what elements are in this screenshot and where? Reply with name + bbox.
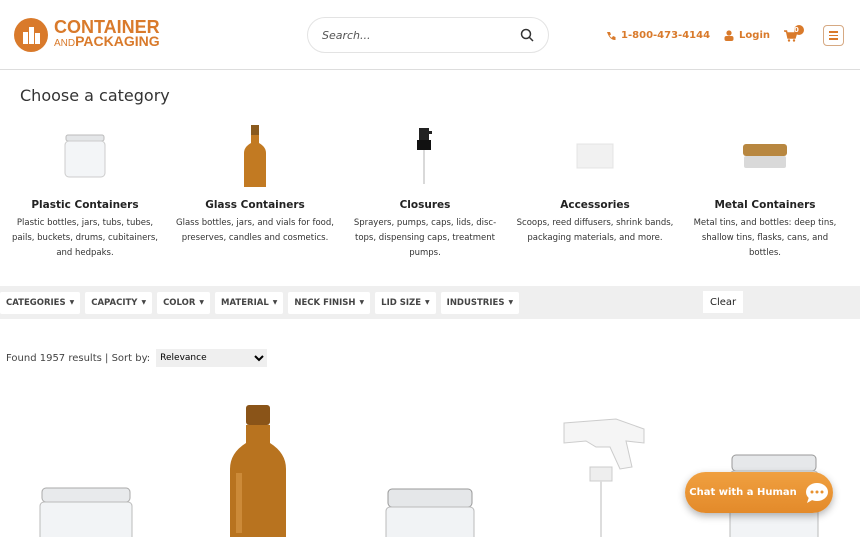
category-name: Accessories: [560, 199, 630, 211]
caret-down-icon: ▼: [69, 299, 75, 306]
category-plastic-containers[interactable]: Plastic Containers Plastic bottles, jars…: [0, 118, 170, 261]
header: CONTAINER ANDPACKAGING 1-800-473-4144 Lo…: [0, 0, 860, 70]
filter-capacity[interactable]: CAPACITY ▼: [85, 291, 153, 314]
category-desc: Plastic bottles, jars, tubs, tubes, pail…: [12, 218, 158, 258]
chat-label: Chat with a Human: [689, 487, 797, 498]
category-desc: Scoops, reed diffusers, shrink bands, pa…: [516, 218, 674, 243]
caret-down-icon: ▼: [425, 299, 430, 306]
category-image: [170, 118, 340, 193]
caret-down-icon: ▼: [508, 299, 514, 306]
caret-down-icon: ▼: [141, 299, 147, 306]
filter-color[interactable]: COLOR ▼: [157, 291, 211, 314]
menu-button[interactable]: [823, 25, 844, 46]
cart-button[interactable]: 0: [784, 24, 804, 42]
logo[interactable]: CONTAINER ANDPACKAGING: [14, 18, 160, 52]
logo-text-line2: PACKAGING: [75, 32, 160, 49]
phone-icon: [607, 31, 616, 40]
category-desc: Glass bottles, jars, and vials for food,…: [176, 218, 334, 243]
filter-material[interactable]: MATERIAL ▼: [215, 291, 284, 314]
caret-down-icon: ▼: [199, 299, 205, 306]
phone-number: 1-800-473-4144: [621, 30, 711, 41]
results-bar: Found 1957 results | Sort by: Relevance: [6, 349, 268, 367]
results-count: Found 1957 results | Sort by:: [6, 352, 151, 364]
category-glass-containers[interactable]: Glass Containers Glass bottles, jars, an…: [170, 118, 340, 261]
category-name: Metal Containers: [714, 199, 816, 211]
user-icon: [724, 30, 734, 41]
category-metal-containers[interactable]: Metal Containers Metal tins, and bottles…: [680, 118, 850, 261]
search-icon[interactable]: [520, 28, 534, 42]
product-card[interactable]: [344, 395, 516, 537]
caret-down-icon: ▼: [359, 299, 365, 306]
chat-bubble-icon: [805, 482, 828, 503]
login-link[interactable]: Login: [724, 30, 770, 41]
category-closures[interactable]: Closures Sprayers, pumps, caps, lids, di…: [340, 118, 510, 261]
logo-icon: [14, 18, 48, 52]
category-name: Glass Containers: [205, 199, 305, 211]
clear-filters-button[interactable]: Clear: [703, 291, 744, 313]
filter-bar: CATEGORIES ▼ CAPACITY ▼ COLOR ▼ MATERIAL ▼ N…: [0, 286, 860, 319]
caret-down-icon: ▼: [272, 299, 278, 306]
logo-text-line1: CONTAINER: [54, 16, 160, 37]
category-desc: Metal tins, and bottles: deep tins, shal…: [693, 218, 837, 258]
search-box: [307, 17, 549, 53]
filter-lid-size[interactable]: LID SIZE ▼: [375, 291, 436, 314]
filter-industries[interactable]: INDUSTRIES ▼: [440, 291, 520, 314]
category-name: Closures: [399, 199, 451, 211]
login-label: Login: [739, 30, 770, 41]
category-accessories[interactable]: Accessories Scoops, reed diffusers, shri…: [510, 118, 680, 261]
logo-text-and: AND: [54, 37, 76, 49]
filter-neck-finish[interactable]: NECK FINISH ▼: [288, 291, 371, 314]
page-title: Choose a category: [20, 86, 170, 105]
product-grid: [0, 395, 860, 537]
category-image: [680, 118, 850, 193]
product-card[interactable]: [516, 395, 688, 537]
category-image: [340, 118, 510, 193]
sort-select[interactable]: Relevance: [156, 349, 268, 367]
category-image: [0, 118, 170, 193]
product-card[interactable]: [172, 395, 344, 537]
search-input[interactable]: [322, 28, 520, 42]
phone-link[interactable]: 1-800-473-4144: [606, 30, 710, 41]
category-name: Plastic Containers: [31, 199, 139, 211]
product-card[interactable]: [688, 395, 860, 537]
category-desc: Sprayers, pumps, caps, lids, disc-tops, …: [353, 218, 497, 258]
product-card[interactable]: [0, 395, 172, 537]
cart-count-badge: 0: [794, 24, 804, 35]
category-list: Plastic Containers Plastic bottles, jars…: [0, 118, 860, 261]
filter-categories[interactable]: CATEGORIES ▼: [0, 291, 81, 314]
chat-with-human-button[interactable]: Chat with a Human: [685, 472, 833, 513]
category-image: [510, 118, 680, 193]
